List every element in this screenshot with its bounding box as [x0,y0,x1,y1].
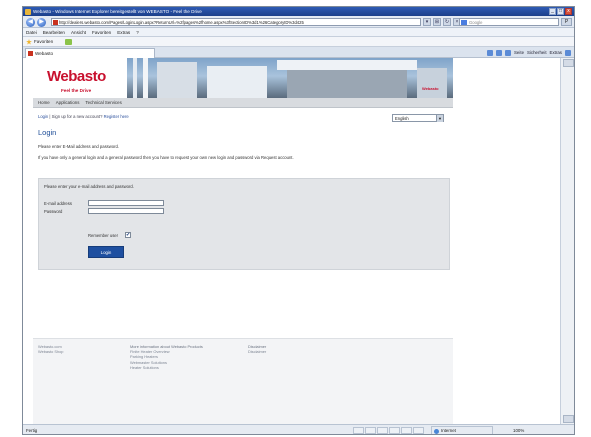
brand-tagline: Feel the Drive [61,88,92,93]
tab-title: Webasto [35,51,54,56]
nav-technical-services[interactable]: Technical Services [85,98,121,107]
print-icon[interactable] [505,49,511,56]
help-icon[interactable] [565,49,571,56]
email-field[interactable] [88,200,164,206]
scroll-down-button[interactable] [563,415,574,423]
brand-wordmark: Webasto [47,68,106,85]
ie-app-icon [25,8,31,15]
menu-item-edit[interactable]: Bearbeiten [43,28,65,36]
page-footer: Webasto.com Webasto Shop More informatio… [33,338,453,424]
site-favicon [53,20,58,25]
maximize-button[interactable]: □ [557,8,564,15]
signup-prompt: Sign up for a new account? [51,114,103,119]
register-link[interactable]: Register here [104,114,129,119]
main-nav: Home Applications Technical Services [33,98,453,108]
header-banner-image: Webasto [127,58,453,98]
security-zone[interactable]: Internet [431,426,493,434]
menu-item-help[interactable]: ? [136,28,139,36]
address-bar: ◀ ▶ http://dealers.webasto.com/Pages/Log… [23,16,574,28]
footer-col-products: More information about Webasto Products … [130,344,203,370]
window-title: Webasto - Windows Internet Explorer bere… [33,9,202,14]
minimize-button[interactable]: _ [549,8,556,15]
tab-bar: Webasto Seite Sicherheit Extras [23,47,574,58]
remember-checkbox[interactable]: ✔ [125,232,131,238]
login-form: Please enter your e-mail address and pas… [38,178,450,270]
page-title: Login [38,128,57,137]
tools-menu[interactable]: Extras [550,48,562,57]
email-label: E-mail address [44,201,72,206]
search-input[interactable]: Google [459,18,559,26]
nav-home[interactable]: Home [38,98,50,107]
page-menu[interactable]: Seite [514,48,524,57]
menu-item-favorites[interactable]: Favoriten [92,28,111,36]
close-button[interactable]: x [565,8,572,15]
feeds-icon[interactable] [496,49,502,56]
intro-note: If you have only a general login and a g… [38,155,294,160]
status-bar: Fertig Internet 100% [23,424,574,434]
refresh-icon[interactable]: ↻ [443,18,451,26]
favorites-bar: Favoriten [23,37,574,47]
vertical-scrollbar[interactable] [560,58,574,424]
login-button[interactable]: Login [88,246,124,258]
title-bar: Webasto - Windows Internet Explorer bere… [23,7,574,16]
intro-text: Please enter E-Mail address and password… [38,144,119,149]
nav-applications[interactable]: Applications [56,98,80,107]
language-value: English [395,116,409,121]
page-viewport: Webasto Feel the Drive Webasto Home Appl… [23,58,560,424]
url-text: http://dealers.webasto.com/Pages/LoginLo… [59,20,304,25]
tab-favicon [28,51,33,56]
chevron-down-icon[interactable]: ▼ [436,115,443,122]
search-button[interactable]: P [561,18,572,26]
password-field[interactable] [88,208,164,214]
breadcrumb-login[interactable]: Login [38,114,48,119]
footer-col-links: Webasto.com Webasto Shop [38,344,63,354]
webasto-logo[interactable]: Webasto Feel the Drive [47,68,106,93]
command-bar: Seite Sicherheit Extras [487,48,571,57]
search-placeholder: Google [469,20,483,25]
footer-link[interactable]: Heater Solutions [130,365,203,370]
form-hint: Please enter your e-mail address and pas… [44,184,134,189]
add-favorite-icon[interactable] [65,39,72,45]
breadcrumb: Login | Sign up for a new account? Regis… [38,114,129,119]
scroll-up-button[interactable] [563,59,574,67]
zone-label: Internet [441,428,456,433]
safety-menu[interactable]: Sicherheit [527,48,547,57]
menu-item-file[interactable]: Datei [26,28,37,36]
language-select[interactable]: English ▼ [392,114,444,122]
footer-col-legal: Disclaimer Disclaimer [248,344,266,354]
footer-link[interactable]: Disclaimer [248,349,266,354]
status-text: Fertig [26,428,38,433]
tab-webasto[interactable]: Webasto [25,48,155,58]
url-input[interactable]: http://dealers.webasto.com/Pages/LoginLo… [51,18,421,26]
menu-item-tools[interactable]: Extras [117,28,130,36]
menu-item-view[interactable]: Ansicht [71,28,86,36]
banner-brand: Webasto [422,86,439,91]
footer-link[interactable]: Webasto Shop [38,349,63,354]
favorites-button[interactable]: Favoriten [34,37,53,47]
menu-bar: Datei Bearbeiten Ansicht Favoriten Extra… [23,28,574,37]
zoom-level[interactable]: 100% [513,426,524,434]
status-segments [353,427,424,434]
webasto-page: Webasto Feel the Drive Webasto Home Appl… [33,58,453,424]
remember-label: Remember user [88,233,119,238]
search-provider-icon [461,20,467,25]
dropdown-arrow-icon[interactable]: ▾ [423,18,431,26]
password-label: Password [44,209,63,214]
address-tools: ▾ ⊞ ↻ × [423,18,461,26]
forward-button[interactable]: ▶ [37,17,46,27]
globe-icon [434,428,439,434]
back-button[interactable]: ◀ [26,17,35,27]
window-controls: _ □ x [549,8,572,15]
compatibility-icon[interactable]: ⊞ [433,18,441,26]
favorites-star-icon[interactable] [26,39,32,45]
browser-window: Webasto - Windows Internet Explorer bere… [22,6,575,435]
home-icon[interactable] [487,49,493,56]
